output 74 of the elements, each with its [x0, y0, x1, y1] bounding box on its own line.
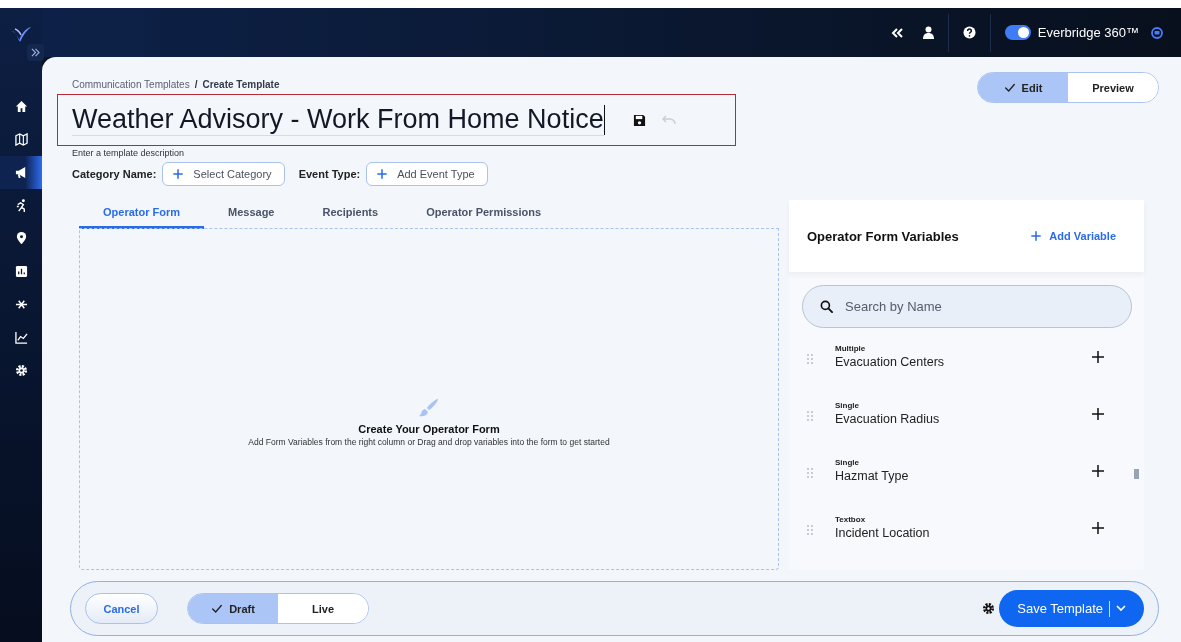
plus-icon: [173, 169, 184, 179]
user-icon: [922, 26, 934, 39]
double-chevron-icon: [31, 48, 40, 57]
breadcrumb-current: Create Template: [202, 79, 280, 90]
megaphone-icon: [14, 166, 28, 179]
breadcrumb-separator: /: [194, 79, 198, 90]
field-label: Category Name:: [72, 168, 157, 180]
drag-handle-icon: [807, 467, 813, 478]
tab[interactable]: Recipients: [298, 200, 403, 229]
save-template-button[interactable]: Save Template: [999, 590, 1144, 627]
variable-name: Incident Location: [835, 526, 931, 540]
description-field[interactable]: Enter a template description: [72, 148, 272, 158]
title-field[interactable]: Weather Advisory - Work From Home Notice: [72, 104, 604, 136]
add-button[interactable]: [1092, 407, 1104, 420]
add-button[interactable]: Select Category: [162, 162, 285, 186]
tab[interactable]: Operator Permissions: [402, 200, 566, 229]
empty-state-title: Create Your Operator Form: [358, 422, 500, 435]
plus-icon: [1031, 231, 1042, 241]
sidebar-item[interactable]: [0, 156, 42, 189]
variable-name: Evacuation Centers: [835, 355, 946, 369]
check-icon: [1003, 81, 1016, 94]
variable-type: Multiple: [835, 344, 867, 353]
plus-icon: [1092, 407, 1104, 420]
home-icon: [14, 100, 28, 113]
add-button[interactable]: [1092, 521, 1104, 534]
variable-name: Hazmat Type: [835, 469, 910, 483]
bar-chart-icon: [14, 265, 28, 278]
tab[interactable]: Message: [204, 200, 299, 229]
paintbrush-icon: [418, 396, 440, 419]
location-pin-icon: [14, 232, 28, 245]
drag-handle-icon: [807, 410, 813, 421]
variable-row[interactable]: Textbox Incident Location: [789, 499, 1144, 556]
plus-icon: [1092, 521, 1104, 534]
add-button[interactable]: [1092, 350, 1104, 363]
variable-name: Evacuation Radius: [835, 412, 941, 426]
undo-icon: [661, 115, 676, 125]
panel-title: Operator Form Variables: [807, 228, 959, 244]
variable-type: Textbox: [835, 515, 867, 524]
check-icon: [211, 602, 224, 615]
segment-button[interactable]: Draft: [188, 594, 278, 623]
variable-row[interactable]: Single Evacuation Radius: [789, 385, 1144, 442]
scrollbar[interactable]: [1134, 469, 1139, 479]
line-chart-icon: [14, 331, 28, 344]
plus-icon: [1092, 464, 1104, 477]
map-icon: [14, 133, 28, 146]
settings-icon: [982, 602, 996, 615]
cancel-button[interactable]: Cancel: [85, 593, 158, 624]
search-field[interactable]: Search by Name: [802, 285, 1132, 328]
product-name: Everbridge 360™: [1037, 25, 1139, 40]
variable-row[interactable]: Single Hazmat Type: [789, 442, 1144, 499]
add-button[interactable]: [1092, 464, 1104, 477]
bird-logo: [10, 26, 32, 44]
plus-icon: [377, 169, 388, 179]
add-button[interactable]: Add Event Type: [366, 162, 488, 186]
add-variable-button[interactable]: Add Variable: [1031, 230, 1116, 242]
toggle-switch[interactable]: [1004, 25, 1031, 40]
double-chevron-icon: [890, 27, 903, 38]
help-icon: [962, 26, 976, 39]
chevron-down-icon: [1116, 605, 1126, 612]
variable-row[interactable]: Multiple Evacuation Centers: [789, 328, 1144, 385]
chat-icon[interactable]: [1151, 26, 1163, 39]
plus-icon: [1092, 350, 1104, 363]
field-label: Event Type:: [298, 168, 361, 180]
running-person-icon: [14, 199, 28, 212]
breadcrumb-link[interactable]: Communication Templates: [72, 79, 190, 90]
empty-state-text: Add Form Variables from the right column or Drag and drop variables into the form to get started: [248, 436, 610, 447]
expand-button[interactable]: [27, 44, 44, 61]
settings-icon: [14, 364, 28, 377]
tab[interactable]: Operator Form: [79, 200, 204, 229]
variable-type: Single: [835, 458, 860, 467]
drag-handle-icon: [807, 353, 813, 364]
variable-type: Single: [835, 401, 860, 410]
segment-button[interactable]: Edit: [978, 73, 1068, 102]
drag-handle-icon: [807, 524, 813, 535]
